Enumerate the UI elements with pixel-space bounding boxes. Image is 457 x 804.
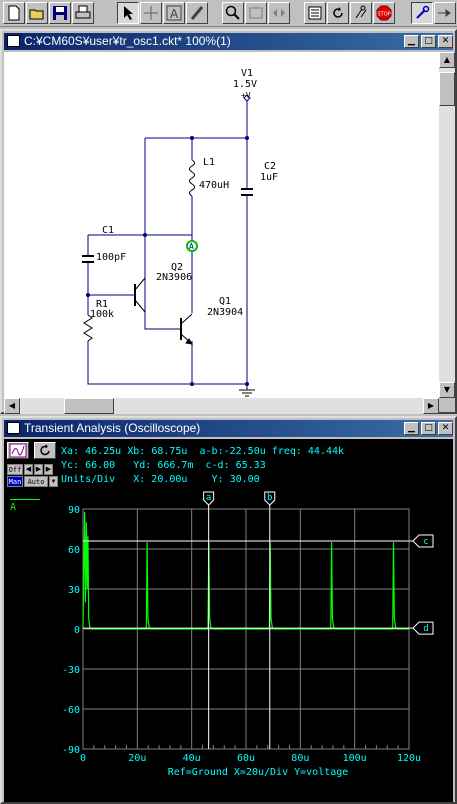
- wire-icon[interactable]: [186, 2, 208, 24]
- cursor-a-label: a: [206, 493, 211, 503]
- scroll-down-button[interactable]: ▼: [439, 382, 455, 398]
- document-icon: [7, 35, 20, 47]
- y-tick-label: 60: [68, 545, 80, 556]
- cursor-b-label: b: [267, 493, 272, 503]
- scope-minimize-button[interactable]: ▁: [404, 422, 419, 435]
- open-icon[interactable]: [26, 2, 48, 24]
- x-tick-label: 80u: [291, 753, 309, 764]
- svg-text:100k: 100k: [90, 309, 114, 320]
- svg-text:1uF: 1uF: [260, 172, 278, 183]
- scroll-left-button[interactable]: ◀: [4, 398, 20, 414]
- scope-close-button[interactable]: ✕: [438, 422, 453, 435]
- save-icon[interactable]: [49, 2, 71, 24]
- svg-text:+V: +V: [241, 91, 251, 100]
- schematic-canvas[interactable]: A V1 1.5V +V L1 470uH C2 1uF C1 100pF Q2…: [4, 52, 439, 398]
- scroll-right-button[interactable]: ▶: [423, 398, 439, 414]
- y-tick-label: -90: [62, 745, 80, 756]
- schematic-vscroll[interactable]: ▲ ▼: [439, 52, 455, 398]
- x-tick-label: 100u: [343, 753, 367, 764]
- svg-text:Q1: Q1: [219, 296, 231, 307]
- svg-text:C1: C1: [102, 225, 114, 236]
- y-tick-label: -30: [62, 665, 80, 676]
- flip-icon[interactable]: [268, 2, 290, 24]
- scroll-up-button[interactable]: ▲: [439, 52, 455, 68]
- print-icon[interactable]: [72, 2, 94, 24]
- zoom-fit-icon[interactable]: [245, 2, 267, 24]
- pointer-icon[interactable]: [117, 2, 139, 24]
- x-tick-label: 0: [80, 753, 86, 764]
- y-tick-label: 90: [68, 505, 80, 516]
- arrow-terminal-icon[interactable]: [434, 2, 456, 24]
- svg-text:A: A: [189, 242, 194, 251]
- svg-text:100pF: 100pF: [96, 252, 126, 263]
- rotate-icon[interactable]: [327, 2, 349, 24]
- svg-text:V1: V1: [241, 68, 253, 79]
- svg-text:1.5V: 1.5V: [233, 79, 257, 90]
- scope-plot: 0 20u 40u 60u 80u 100u 120u 90 60 30 0 -30 -60 -90 a b c…: [62, 491, 434, 778]
- scope-titlebar: Transient Analysis (Oscilloscope) ▁ □ ✕: [4, 420, 453, 437]
- netlist-icon[interactable]: [304, 2, 326, 24]
- schematic-hscroll[interactable]: ◀ ▶: [4, 398, 439, 414]
- minimize-button[interactable]: ▁: [404, 35, 419, 48]
- new-icon[interactable]: [3, 2, 25, 24]
- cursor-c-label: c: [423, 537, 428, 547]
- y-tick-label: 30: [68, 585, 80, 596]
- x-tick-label: 60u: [237, 753, 255, 764]
- schematic-drawing: A V1 1.5V +V L1 470uH C2 1uF C1 100pF Q2…: [82, 68, 278, 397]
- scope-window: Transient Analysis (Oscilloscope) ▁ □ ✕ …: [0, 416, 457, 804]
- vscroll-thumb[interactable]: [439, 72, 455, 106]
- schematic-titlebar: C:¥CM60S¥user¥tr_osc1.ckt* 100%(1) ▁ □ ✕: [4, 33, 453, 50]
- svg-text:2N3906: 2N3906: [156, 272, 192, 283]
- text-icon[interactable]: A: [163, 2, 185, 24]
- maximize-button[interactable]: □: [421, 35, 436, 48]
- schematic-title: C:¥CM60S¥user¥tr_osc1.ckt* 100%(1): [24, 34, 231, 48]
- scope-window-icon: [7, 422, 20, 434]
- x-tick-label: 40u: [183, 753, 201, 764]
- scope-title: Transient Analysis (Oscilloscope): [24, 421, 201, 435]
- scope-footer: Ref=Ground X=20u/Div Y=voltage: [168, 767, 349, 778]
- x-tick-label: 20u: [128, 753, 146, 764]
- x-tick-label: 120u: [397, 753, 421, 764]
- probe-pen-icon[interactable]: [411, 2, 433, 24]
- y-tick-label: 0: [74, 625, 80, 636]
- scope-maximize-button[interactable]: □: [421, 422, 436, 435]
- svg-text:L1: L1: [203, 157, 215, 168]
- svg-text:2N3904: 2N3904: [207, 307, 243, 318]
- zoom-icon[interactable]: [222, 2, 244, 24]
- schematic-window: C:¥CM60S¥user¥tr_osc1.ckt* 100%(1) ▁ □ ✕: [0, 29, 457, 414]
- cursor-d-label: d: [423, 624, 428, 634]
- svg-text:C2: C2: [264, 161, 276, 172]
- main-toolbar: A STOP: [0, 0, 457, 27]
- svg-text:STOP: STOP: [378, 12, 391, 18]
- scope-display[interactable]: Off ◀ ▶ ▶ Man Auto ▼ Xa: 46.25u Xb: 68.7…: [4, 439, 453, 802]
- svg-text:A: A: [170, 7, 179, 21]
- probe-icon[interactable]: [350, 2, 372, 24]
- hscroll-thumb[interactable]: [64, 398, 114, 414]
- y-tick-label: -60: [62, 705, 80, 716]
- svg-text:470uH: 470uH: [199, 180, 229, 191]
- crosshair-icon[interactable]: [140, 2, 162, 24]
- close-button[interactable]: ✕: [438, 35, 453, 48]
- stop-icon[interactable]: STOP: [373, 2, 395, 24]
